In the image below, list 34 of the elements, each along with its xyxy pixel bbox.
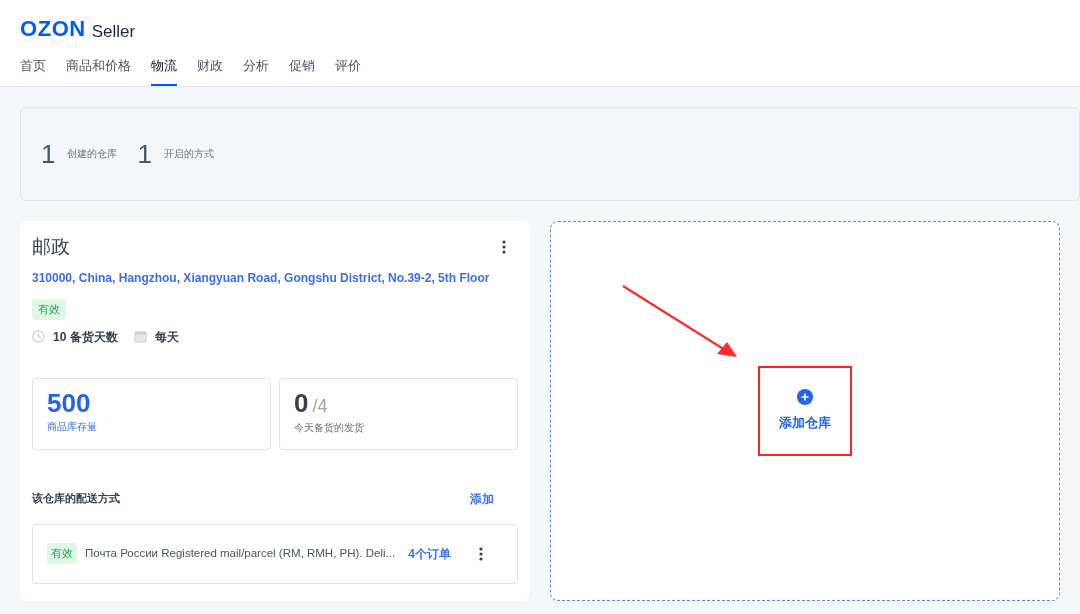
stat-label: 商品库存量 xyxy=(47,420,98,434)
calendar-icon xyxy=(133,330,147,343)
warehouse-name: 邮政 xyxy=(32,234,70,259)
summary-count: 1 xyxy=(41,140,56,167)
nav-tab[interactable]: 商品和价格 xyxy=(66,52,131,86)
stat-label: 今天备货的发货 xyxy=(294,420,365,435)
nav-tab[interactable]: 物流 xyxy=(151,52,177,86)
stat-value: 500 xyxy=(47,386,91,419)
section-title: 该仓库的配送方式 xyxy=(32,491,120,507)
logo: OZON xyxy=(20,18,86,40)
prep-days: 10 备货天数 xyxy=(53,327,118,346)
product-name: Seller xyxy=(91,23,136,40)
orders-link[interactable]: 4个订单 xyxy=(408,544,452,563)
nav-tab[interactable]: 财政 xyxy=(197,52,223,86)
schedule: 每天 xyxy=(154,328,179,346)
stat-value: 0 xyxy=(294,386,309,419)
more-icon[interactable] xyxy=(479,546,484,561)
plus-icon xyxy=(797,388,813,405)
summary-count: 1 xyxy=(137,140,152,167)
warehouse-address[interactable]: 310000, China, Hangzhou, Xiangyuan Road, Gongshu District, No.39-2, 5th Floor xyxy=(32,269,519,287)
stat-total: /4 xyxy=(312,394,328,418)
summary-label: 开启的方式 xyxy=(163,147,214,161)
status-badge: 有效 xyxy=(32,299,66,320)
summary-label: 创建的仓库 xyxy=(67,147,118,161)
add-link[interactable]: 添加 xyxy=(470,489,495,508)
more-icon[interactable] xyxy=(502,239,507,254)
status-badge: 有效 xyxy=(47,543,77,564)
clock-icon xyxy=(32,330,45,343)
nav-tab[interactable]: 分析 xyxy=(243,52,269,86)
method-name: Почта России Registered mail/parcel (RM, RMH, PH). Deli... xyxy=(85,545,396,561)
nav-tab[interactable]: 首页 xyxy=(20,52,46,86)
nav-tab[interactable]: 评价 xyxy=(335,52,361,86)
add-warehouse-button[interactable]: 添加仓库 xyxy=(758,365,852,456)
nav-tab[interactable]: 促销 xyxy=(289,52,315,86)
